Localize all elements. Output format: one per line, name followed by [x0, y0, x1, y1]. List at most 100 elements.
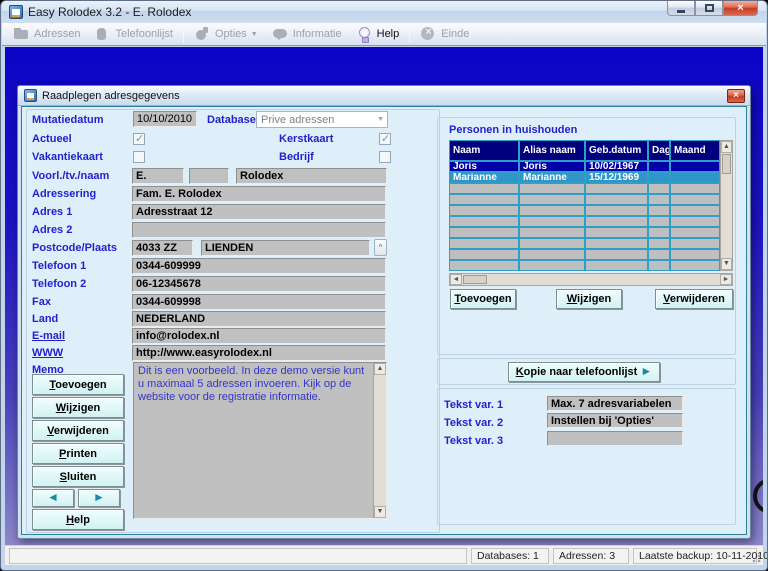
resize-grip[interactable]: [750, 552, 762, 564]
table-cell-empty: [449, 183, 519, 194]
arrow-right-icon: ►: [640, 364, 653, 378]
household-verwijderen-button[interactable]: Verwijderen: [655, 289, 733, 309]
table-cell[interactable]: [648, 172, 670, 183]
dialog-titlebar[interactable]: Raadplegen adresgegevens ×: [18, 86, 750, 106]
household-wijzigen-button[interactable]: Wijzigen: [556, 289, 622, 309]
previous-record-button[interactable]: ◄: [32, 489, 74, 507]
telefoon2-label: Telefoon 2: [32, 278, 87, 290]
land-field: NEDERLAND: [132, 311, 386, 327]
tekstvar3-field: [547, 431, 683, 446]
table-cell-empty: [449, 194, 519, 205]
table-cell[interactable]: 10/02/1967: [585, 161, 648, 172]
table-cell-empty: [670, 238, 720, 249]
background-arc-decoration: [753, 478, 763, 514]
table-cell-empty: [449, 249, 519, 260]
tekstvar2-label: Tekst var. 2: [444, 417, 504, 429]
actueel-label: Actueel: [32, 133, 72, 145]
arrow-right-icon: ►: [93, 490, 105, 504]
scroll-down-icon[interactable]: ▼: [721, 258, 732, 270]
sluiten-button[interactable]: Sluiten: [32, 466, 124, 487]
wijzigen-button[interactable]: Wijzigen: [32, 397, 124, 418]
table-cell[interactable]: Joris: [519, 161, 585, 172]
email-field: info@rolodex.nl: [132, 328, 386, 344]
toevoegen-button[interactable]: Toevoegen: [32, 374, 124, 395]
table-cell-empty: [585, 249, 648, 260]
status-panel-backup: Laatste backup: 10-11-2010: [633, 548, 767, 564]
scrollbar-thumb[interactable]: [722, 154, 731, 174]
table-vertical-scrollbar[interactable]: ▲ ▼: [720, 140, 733, 271]
table-cell-empty: [519, 183, 585, 194]
bedrijf-checkbox: [379, 151, 391, 163]
table-cell-empty: [585, 205, 648, 216]
household-table[interactable]: Naam Alias naam Geb.datum Dag Maand Jori…: [449, 140, 720, 271]
table-cell[interactable]: Marianne: [519, 172, 585, 183]
scroll-up-icon[interactable]: ▲: [721, 141, 732, 153]
window-controls: ×: [667, 1, 758, 16]
tekstvar3-label: Tekst var. 3: [444, 435, 504, 447]
client-area: Raadplegen adresgegevens × Mutatiedatum …: [5, 47, 763, 547]
table-cell-empty: [519, 249, 585, 260]
toolbar-item-help[interactable]: Help: [349, 25, 407, 44]
table-header-cell: Naam: [449, 140, 519, 161]
addresses-icon: [13, 26, 29, 42]
scroll-left-icon[interactable]: ◄: [450, 274, 462, 285]
adressering-label: Adressering: [32, 188, 97, 200]
status-panel-adressen: Adressen: 3: [553, 548, 629, 564]
table-cell-empty: [585, 260, 648, 271]
close-button[interactable]: ×: [723, 1, 758, 16]
toolbar-item-telefoonlijst: Telefoonlijst: [87, 25, 179, 44]
window-titlebar[interactable]: Easy Rolodex 3.2 - E. Rolodex ×: [2, 1, 766, 23]
table-cell[interactable]: [648, 161, 670, 172]
scroll-up-icon[interactable]: ▲: [374, 363, 386, 375]
scroll-right-icon[interactable]: ►: [720, 274, 732, 285]
table-cell[interactable]: Marianne: [449, 172, 519, 183]
printen-button[interactable]: Printen: [32, 443, 124, 464]
help-button[interactable]: Help: [32, 509, 124, 530]
table-cell-empty: [585, 238, 648, 249]
minimize-button[interactable]: [667, 1, 695, 16]
table-cell[interactable]: [670, 172, 720, 183]
table-header-cell: Alias naam: [519, 140, 585, 161]
kopie-naar-telefoonlijst-button[interactable]: Kopie naar telefoonlijst ►: [508, 362, 660, 382]
mutatiedatum-field: 10/10/2010: [133, 111, 197, 127]
memo-scrollbar[interactable]: ▲ ▼: [373, 363, 386, 518]
vakantiekaart-checkbox: [133, 151, 145, 163]
adres1-label: Adres 1: [32, 206, 73, 218]
dialog-close-button[interactable]: ×: [727, 89, 745, 103]
maximize-button[interactable]: [695, 1, 723, 16]
scrollbar-thumb[interactable]: [463, 275, 487, 284]
scroll-down-icon[interactable]: ▼: [374, 506, 386, 518]
verwijderen-button[interactable]: Verwijderen: [32, 420, 124, 441]
adres1-field: Adresstraat 12: [132, 204, 386, 220]
table-cell-empty: [585, 227, 648, 238]
exit-icon: [420, 26, 436, 42]
bedrijf-label: Bedrijf: [279, 151, 314, 163]
table-cell[interactable]: Joris: [449, 161, 519, 172]
email-link-label[interactable]: E-mail: [32, 330, 65, 342]
plaats-expand-button[interactable]: ^: [374, 239, 387, 256]
next-record-button[interactable]: ►: [78, 489, 120, 507]
memo-field: Dit is een voorbeeld. In deze demo versi…: [133, 362, 387, 519]
table-cell-empty: [519, 194, 585, 205]
table-cell[interactable]: 15/12/1969: [585, 172, 648, 183]
www-field: http://www.easyrolodex.nl: [132, 345, 386, 361]
arrow-left-icon: ◄: [47, 490, 59, 504]
table-cell-empty: [519, 227, 585, 238]
voorletters-field: E.: [132, 168, 184, 184]
table-cell[interactable]: [670, 161, 720, 172]
table-horizontal-scrollbar[interactable]: ◄ ►: [449, 273, 733, 286]
table-cell-empty: [449, 216, 519, 227]
table-cell-empty: [449, 205, 519, 216]
table-cell-empty: [648, 238, 670, 249]
household-toevoegen-button[interactable]: Toevoegen: [450, 289, 516, 309]
table-cell-empty: [670, 205, 720, 216]
table-cell-empty: [519, 205, 585, 216]
vakantiekaart-label: Vakantiekaart: [32, 151, 103, 163]
table-cell-empty: [585, 183, 648, 194]
www-link-label[interactable]: WWW: [32, 347, 63, 359]
status-bar: Databases: 1 Adressen: 3 Laatste backup:…: [5, 545, 767, 565]
table-cell-empty: [648, 194, 670, 205]
dialog-body: Mutatiedatum 10/10/2010 Database Prive a…: [21, 106, 747, 535]
fax-label: Fax: [32, 296, 51, 308]
kerstkaart-label: Kerstkaart: [279, 133, 334, 145]
